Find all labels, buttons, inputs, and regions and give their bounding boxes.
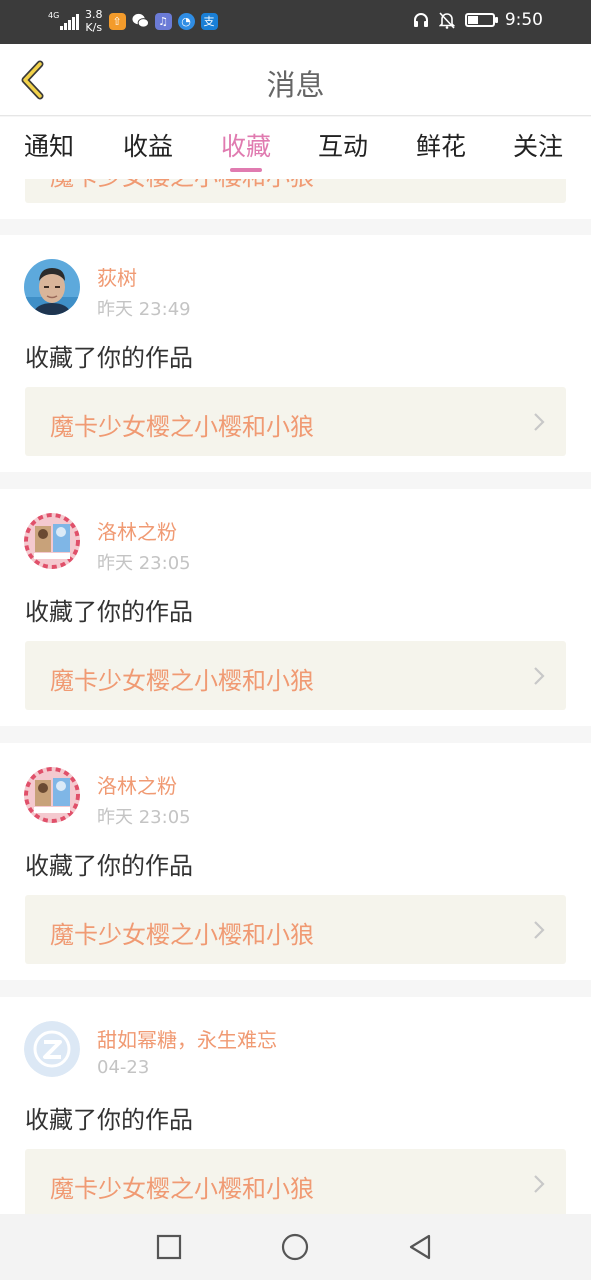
avatar[interactable]: [24, 513, 80, 569]
back-nav-icon[interactable]: [405, 1232, 435, 1262]
home-icon[interactable]: [280, 1232, 310, 1262]
tab-favorites[interactable]: 收藏: [221, 127, 271, 163]
list-item: 洛林之粉 昨天 23:05 收藏了你的作品 魔卡少女樱之小樱和小狼: [0, 489, 591, 726]
username[interactable]: 荻树: [97, 262, 137, 291]
tab-flowers[interactable]: 鲜花: [416, 127, 466, 163]
work-title: 魔卡少女樱之小樱和小狼: [50, 179, 314, 192]
avatar[interactable]: [24, 1021, 80, 1077]
tab-follow[interactable]: 关注: [513, 127, 563, 163]
list-item: 甜如幂糖，永生难忘 04-23 收藏了你的作品 魔卡少女樱之小樱和小狼: [0, 997, 591, 1214]
battery-icon: [464, 13, 498, 27]
username[interactable]: 洛林之粉: [97, 516, 177, 545]
mute-bell-icon: [438, 11, 455, 29]
network-speed: 3.8 K/s: [85, 8, 103, 34]
system-nav-bar: [0, 1214, 591, 1280]
app-header: 消息: [0, 44, 591, 116]
work-title: 魔卡少女樱之小樱和小狼: [50, 921, 314, 949]
active-tab-indicator: [230, 168, 262, 172]
username[interactable]: 甜如幂糖，永生难忘: [97, 1024, 277, 1053]
alipay-icon: 支: [200, 12, 218, 30]
music-app-icon: ♫: [154, 12, 172, 30]
headphones-icon: [413, 13, 428, 27]
list-item: 洛林之粉 昨天 23:05 收藏了你的作品 魔卡少女樱之小樱和小狼: [0, 743, 591, 980]
chevron-right-icon: [534, 1175, 545, 1193]
work-link[interactable]: 魔卡少女樱之小樱和小狼: [25, 1149, 566, 1214]
network-type: 4G: [48, 11, 60, 20]
timestamp: 昨天 23:49: [97, 299, 191, 320]
wechat-icon: [131, 13, 149, 30]
tab-bar: 通知 收益 收藏 互动 鲜花 关注: [0, 117, 591, 179]
work-link[interactable]: 魔卡少女樱之小樱和小狼: [25, 387, 566, 456]
status-left: 4G 3.8 K/s ⇧ ♫ ◔ 支: [48, 8, 218, 34]
work-title: 魔卡少女樱之小樱和小狼: [50, 667, 314, 695]
timestamp: 04-23: [97, 1057, 150, 1078]
action-text: 收藏了你的作品: [25, 1106, 193, 1134]
chevron-right-icon: [534, 667, 545, 685]
chevron-right-icon: [534, 921, 545, 939]
work-link[interactable]: 魔卡少女樱之小樱和小狼: [25, 179, 566, 203]
clock: 9:50: [504, 10, 543, 30]
status-bar: 4G 3.8 K/s ⇧ ♫ ◔ 支 9:50: [0, 0, 591, 44]
work-title: 魔卡少女樱之小樱和小狼: [50, 413, 314, 441]
status-right: 9:50: [413, 10, 543, 30]
tab-notification[interactable]: 通知: [24, 127, 74, 163]
action-text: 收藏了你的作品: [25, 852, 193, 880]
message-list[interactable]: 魔卡少女樱之小樱和小狼 荻树 昨天 23:49 收藏了你的作品 魔卡少女樱之小樱…: [0, 179, 591, 1214]
work-link[interactable]: 魔卡少女樱之小樱和小狼: [25, 641, 566, 710]
tab-earnings[interactable]: 收益: [123, 127, 173, 163]
action-text: 收藏了你的作品: [25, 598, 193, 626]
timestamp: 昨天 23:05: [97, 553, 191, 574]
browser-icon: ◔: [177, 12, 195, 30]
username[interactable]: 洛林之粉: [97, 770, 177, 799]
avatar[interactable]: [24, 767, 80, 823]
work-title: 魔卡少女樱之小樱和小狼: [50, 1175, 314, 1203]
orange-app-icon: ⇧: [108, 12, 126, 30]
tab-interaction[interactable]: 互动: [318, 127, 368, 163]
recent-apps-icon[interactable]: [154, 1232, 184, 1262]
work-link[interactable]: 魔卡少女樱之小樱和小狼: [25, 895, 566, 964]
list-item-partial: 魔卡少女樱之小樱和小狼: [0, 179, 591, 219]
signal-icon: 4G: [48, 12, 79, 30]
chevron-right-icon: [534, 413, 545, 431]
avatar[interactable]: [24, 259, 80, 315]
page-title: 消息: [266, 68, 325, 102]
list-item: 荻树 昨天 23:49 收藏了你的作品 魔卡少女樱之小樱和小狼: [0, 235, 591, 472]
timestamp: 昨天 23:05: [97, 807, 191, 828]
action-text: 收藏了你的作品: [25, 344, 193, 372]
